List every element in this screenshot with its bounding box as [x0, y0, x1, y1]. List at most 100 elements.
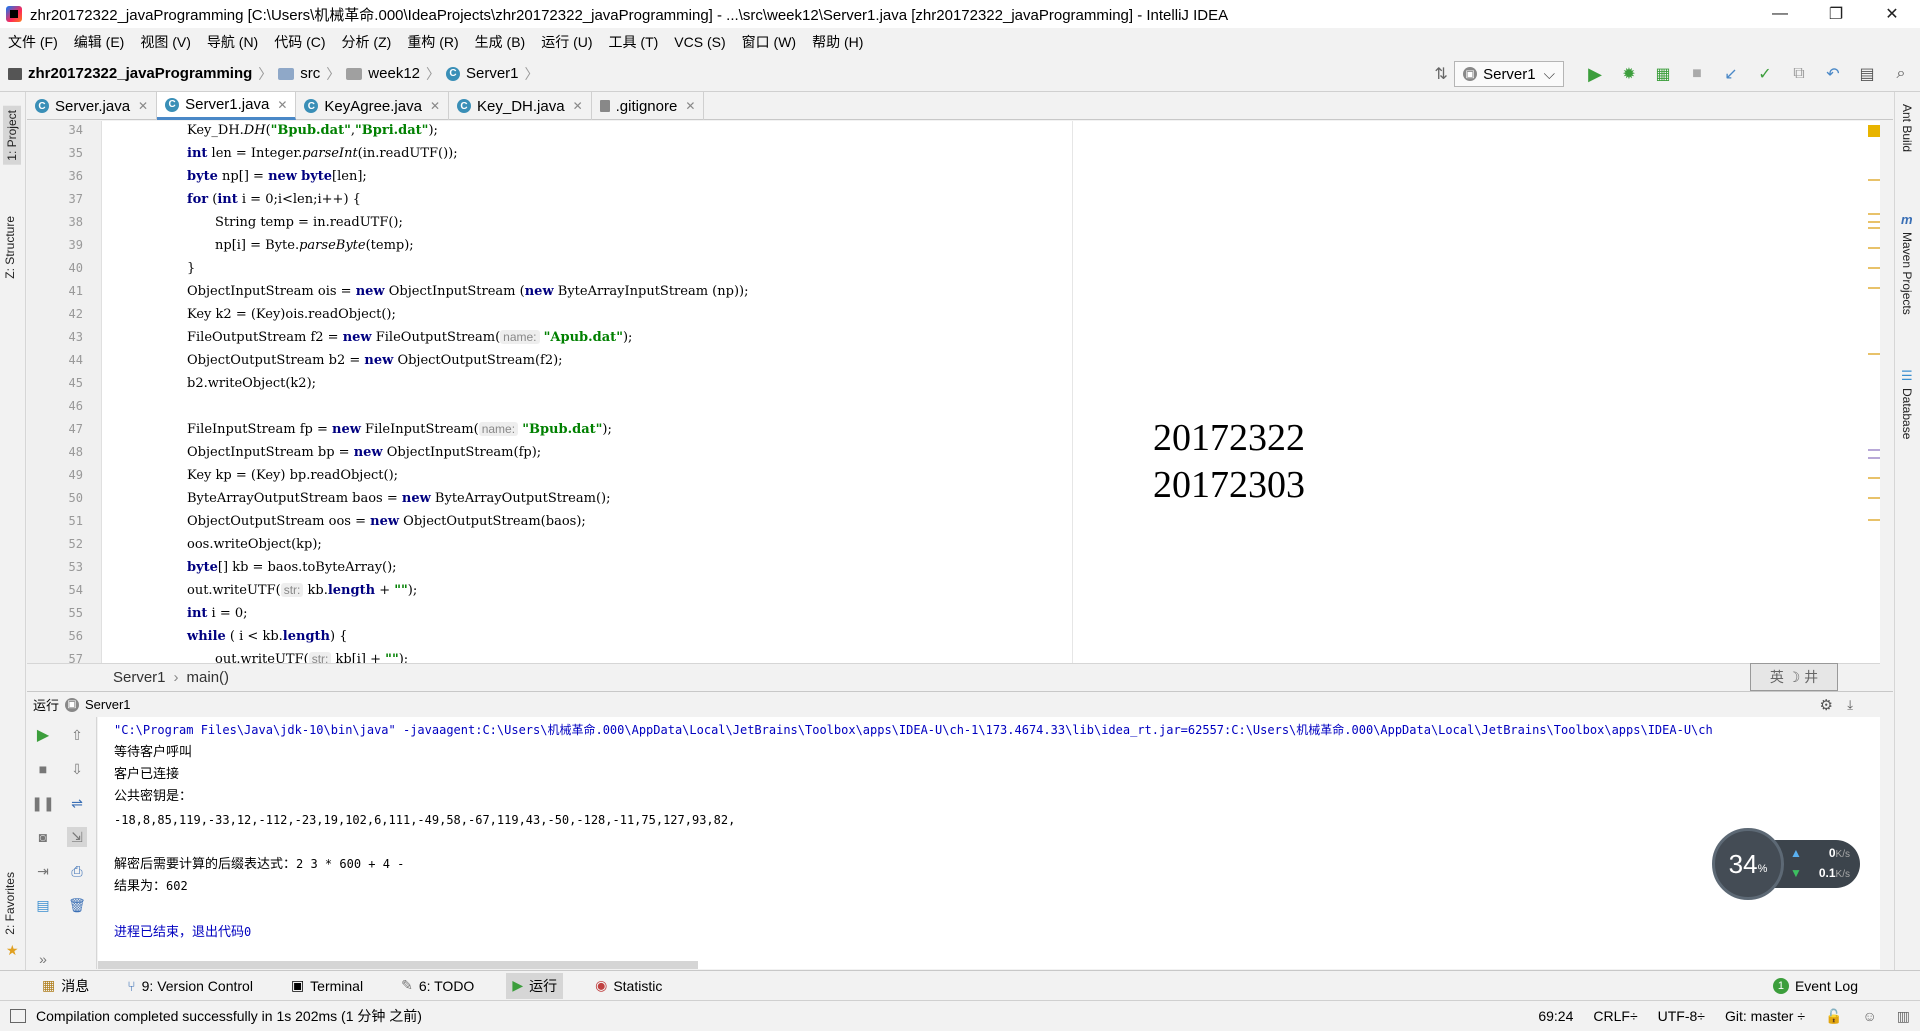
lock-icon[interactable]: 🔓	[1825, 1008, 1842, 1025]
run-icon[interactable]: ▶	[1582, 61, 1608, 87]
close-icon[interactable]: ✕	[277, 98, 287, 112]
tab-server1-java[interactable]: C Server1.java ✕	[157, 92, 297, 120]
soft-wrap-icon[interactable]: ⇌	[67, 793, 87, 813]
tab-messages[interactable]: ▦ 消息	[36, 973, 95, 999]
structure-tool-tab[interactable]: Z: Structure	[3, 216, 17, 279]
menu-view[interactable]: 视图 (V)	[140, 32, 191, 52]
stripe-mark[interactable]	[1868, 287, 1880, 289]
horizontal-scrollbar[interactable]	[98, 961, 698, 969]
down-arrow-icon[interactable]: ⇩	[67, 759, 87, 779]
stop-icon[interactable]: ■	[33, 759, 53, 779]
stripe-mark[interactable]	[1868, 247, 1880, 249]
revert-icon[interactable]: ↶	[1820, 61, 1846, 87]
tab-run[interactable]: ▶ 运行	[506, 972, 564, 999]
menu-refactor[interactable]: 重构 (R)	[407, 32, 458, 52]
git-branch[interactable]: Git: master ÷	[1725, 1008, 1805, 1024]
console-output[interactable]: "C:\Program Files\Java\jdk-10\bin\java" …	[98, 717, 1880, 969]
pause-icon[interactable]: ❚❚	[31, 793, 54, 813]
stripe-mark[interactable]	[1868, 353, 1880, 355]
project-structure-icon[interactable]: ▤	[1854, 61, 1880, 87]
code-editor[interactable]: 34 35 36 37 38 39 40 41 42 43 44 45 46 4…	[27, 121, 1880, 666]
code-area[interactable]: Key_DH.DH("Bpub.dat","Bpri.dat"); int len…	[103, 121, 1103, 663]
login-icon[interactable]: ⇥	[33, 861, 53, 881]
stripe-mark[interactable]	[1868, 179, 1880, 181]
tab-version-control[interactable]: ⑂ 9: Version Control	[121, 973, 259, 999]
error-stripe[interactable]	[1866, 121, 1880, 663]
stripe-mark[interactable]	[1868, 457, 1880, 459]
crumb-src[interactable]: src 〉	[278, 64, 340, 84]
ant-build-tab[interactable]: Ant Build	[1900, 104, 1914, 152]
file-encoding[interactable]: UTF-8÷	[1658, 1008, 1705, 1024]
close-icon[interactable]: ✕	[685, 99, 695, 113]
maven-projects-tab[interactable]: Maven Projects	[1900, 232, 1914, 315]
crumb-class[interactable]: C Server1 〉	[446, 64, 539, 84]
stripe-mark[interactable]	[1868, 497, 1880, 499]
favorites-tool-tab[interactable]: 2: Favorites	[3, 872, 17, 935]
menu-run[interactable]: 运行 (U)	[541, 32, 592, 52]
coverage-icon[interactable]: ▦	[1650, 61, 1676, 87]
tab-keyagree-java[interactable]: C KeyAgree.java ✕	[296, 92, 450, 120]
menu-tools[interactable]: 工具 (T)	[609, 32, 659, 52]
menu-file[interactable]: 文件 (F)	[8, 32, 58, 52]
menu-edit[interactable]: 编辑 (E)	[74, 32, 125, 52]
close-icon[interactable]: ✕	[138, 99, 148, 113]
trash-icon[interactable]: 🗑	[67, 895, 87, 915]
debug-icon[interactable]: ✹	[1616, 61, 1642, 87]
run-config-select[interactable]: ▣ Server1 ⌵	[1454, 61, 1564, 87]
tab-statistic[interactable]: ◉ Statistic	[589, 973, 668, 999]
expand-icon[interactable]: »	[33, 949, 53, 969]
close-icon[interactable]: ✕	[430, 99, 440, 113]
restore-button[interactable]: ❐	[1808, 0, 1864, 28]
build-arrows-icon[interactable]: ⇅	[1428, 61, 1454, 87]
tab-terminal[interactable]: ▣ Terminal	[285, 973, 369, 999]
close-button[interactable]: ✕	[1864, 0, 1920, 28]
vcs-compare-icon[interactable]: ⧉	[1786, 61, 1812, 87]
stripe-mark[interactable]	[1868, 267, 1880, 269]
database-tab[interactable]: Database	[1900, 388, 1914, 439]
stripe-mark[interactable]	[1868, 227, 1880, 229]
stripe-mark[interactable]	[1868, 477, 1880, 479]
stripe-mark[interactable]	[1868, 449, 1880, 451]
stop-icon[interactable]: ■	[1684, 61, 1710, 87]
search-icon[interactable]: ⌕	[1888, 61, 1914, 87]
stripe-mark[interactable]	[1868, 221, 1880, 223]
inspection-icon[interactable]: ☺	[1862, 1008, 1876, 1024]
menu-analyze[interactable]: 分析 (Z)	[342, 32, 392, 52]
crumb-package[interactable]: week12 〉	[346, 64, 440, 84]
layout-icon[interactable]: ▤	[33, 895, 53, 915]
menu-help[interactable]: 帮助 (H)	[812, 32, 863, 52]
print-icon[interactable]: ⎙	[67, 861, 87, 881]
vcs-commit-icon[interactable]: ✓	[1752, 61, 1778, 87]
rerun-icon[interactable]: ▶	[33, 725, 53, 745]
toggle-tool-windows-icon[interactable]	[10, 1008, 26, 1023]
network-monitor-widget[interactable]: ▲ 0K/s ▼ 0.1K/s 34%	[1712, 828, 1860, 900]
close-icon[interactable]: ✕	[573, 99, 583, 113]
menu-vcs[interactable]: VCS (S)	[674, 34, 725, 50]
menu-build[interactable]: 生成 (B)	[475, 32, 526, 52]
crumb-project[interactable]: zhr20172322_javaProgramming 〉	[8, 64, 272, 84]
tab-gitignore[interactable]: .gitignore ✕	[592, 92, 705, 120]
vcs-update-icon[interactable]: ↙	[1718, 61, 1744, 87]
camera-icon[interactable]: ◙	[33, 827, 53, 847]
minimize-button[interactable]: —	[1752, 0, 1808, 28]
run-tab-label[interactable]: Server1	[85, 697, 131, 712]
memory-icon[interactable]: ▥	[1897, 1008, 1910, 1025]
warning-indicator-icon[interactable]	[1868, 125, 1880, 137]
stripe-mark[interactable]	[1868, 213, 1880, 215]
tab-server-java[interactable]: C Server.java ✕	[27, 92, 158, 120]
tab-key-dh-java[interactable]: C Key_DH.java ✕	[449, 92, 592, 120]
up-arrow-icon[interactable]: ⇧	[67, 725, 87, 745]
project-tool-tab[interactable]: 1: Project	[3, 106, 21, 165]
caret-position[interactable]: 69:24	[1538, 1008, 1573, 1024]
menu-code[interactable]: 代码 (C)	[274, 32, 325, 52]
event-log-button[interactable]: 1 Event Log	[1767, 973, 1864, 999]
line-separator[interactable]: CRLF÷	[1593, 1008, 1637, 1024]
ime-indicator[interactable]: 英 ☽ 井	[1750, 663, 1838, 691]
hide-icon[interactable]: ⤓	[1847, 697, 1853, 713]
breadcrumb-method[interactable]: main()	[187, 669, 230, 686]
scroll-to-end-icon[interactable]: ⇲	[67, 827, 87, 847]
menu-navigate[interactable]: 导航 (N)	[207, 32, 258, 52]
breadcrumb-class[interactable]: Server1	[113, 669, 166, 686]
gear-icon[interactable]: ⚙	[1820, 696, 1833, 714]
stripe-mark[interactable]	[1868, 519, 1880, 521]
